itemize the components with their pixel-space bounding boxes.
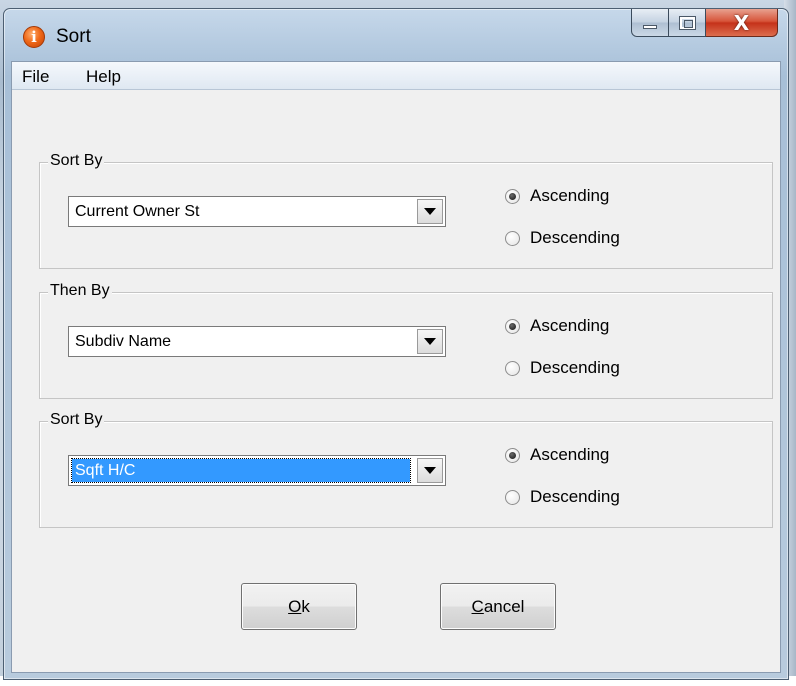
maximize-icon bbox=[678, 15, 696, 30]
descending-radio[interactable] bbox=[505, 230, 520, 246]
sort-by-field-dropdown[interactable]: Current Owner St bbox=[68, 196, 446, 227]
chevron-down-icon bbox=[424, 338, 436, 345]
third-sort-by-group: Sort By Sqft H/C Ascending Descending bbox=[39, 411, 773, 528]
dropdown-button[interactable] bbox=[417, 329, 443, 354]
maximize-button[interactable] bbox=[669, 9, 706, 37]
descending-radio[interactable] bbox=[505, 489, 520, 505]
info-icon: i bbox=[23, 26, 45, 48]
ascending-radio-option[interactable]: Ascending bbox=[505, 444, 609, 466]
menu-help[interactable]: Help bbox=[86, 67, 121, 87]
dropdown-value: Current Owner St bbox=[75, 203, 200, 220]
dropdown-button[interactable] bbox=[417, 199, 443, 224]
dropdown-button[interactable] bbox=[417, 458, 443, 483]
descending-radio[interactable] bbox=[505, 360, 520, 376]
group-legend: Then By bbox=[48, 282, 112, 300]
third-sort-field-dropdown[interactable]: Sqft H/C bbox=[68, 455, 446, 486]
ok-mnemonic: O bbox=[288, 596, 302, 616]
radio-label: Ascending bbox=[530, 186, 610, 205]
sort-dialog-window: i Sort X File Help Sort By Current Owner… bbox=[3, 8, 789, 680]
menu-bar: File Help bbox=[12, 62, 780, 90]
radio-label: Descending bbox=[530, 358, 620, 377]
dropdown-value: Subdiv Name bbox=[75, 333, 172, 350]
radio-label: Ascending bbox=[530, 316, 610, 335]
ascending-radio[interactable] bbox=[505, 188, 520, 204]
ascending-radio[interactable] bbox=[505, 447, 520, 463]
group-legend: Sort By bbox=[48, 411, 105, 429]
then-by-group: Then By Subdiv Name Ascending Descending bbox=[39, 282, 773, 399]
ok-button[interactable]: Ok bbox=[241, 583, 357, 630]
radio-label: Ascending bbox=[530, 445, 610, 464]
close-icon: X bbox=[733, 10, 750, 35]
title-bar[interactable]: i Sort X bbox=[4, 9, 788, 61]
radio-label: Descending bbox=[530, 228, 620, 247]
dialog-client-area: File Help Sort By Current Owner St Ascen… bbox=[11, 61, 781, 673]
radio-label: Descending bbox=[530, 487, 620, 506]
descending-radio-option[interactable]: Descending bbox=[505, 357, 620, 379]
cancel-button[interactable]: Cancel bbox=[440, 583, 556, 630]
chevron-down-icon bbox=[424, 467, 436, 474]
window-title: Sort bbox=[56, 26, 91, 47]
ascending-radio-option[interactable]: Ascending bbox=[505, 185, 609, 207]
cancel-label-rest: ancel bbox=[483, 596, 525, 616]
sort-by-group: Sort By Current Owner St Ascending Desce… bbox=[39, 152, 773, 269]
ok-label-rest: k bbox=[301, 596, 310, 616]
minimize-icon bbox=[643, 24, 657, 29]
menu-file[interactable]: File bbox=[22, 67, 49, 87]
cancel-mnemonic: C bbox=[471, 596, 484, 616]
close-button[interactable]: X bbox=[706, 9, 778, 37]
descending-radio-option[interactable]: Descending bbox=[505, 227, 620, 249]
minimize-button[interactable] bbox=[631, 9, 669, 37]
ascending-radio-option[interactable]: Ascending bbox=[505, 315, 609, 337]
group-legend: Sort By bbox=[48, 152, 105, 170]
descending-radio-option[interactable]: Descending bbox=[505, 486, 620, 508]
ascending-radio[interactable] bbox=[505, 318, 520, 334]
chevron-down-icon bbox=[424, 208, 436, 215]
dropdown-value: Sqft H/C bbox=[71, 458, 411, 483]
then-by-field-dropdown[interactable]: Subdiv Name bbox=[68, 326, 446, 357]
